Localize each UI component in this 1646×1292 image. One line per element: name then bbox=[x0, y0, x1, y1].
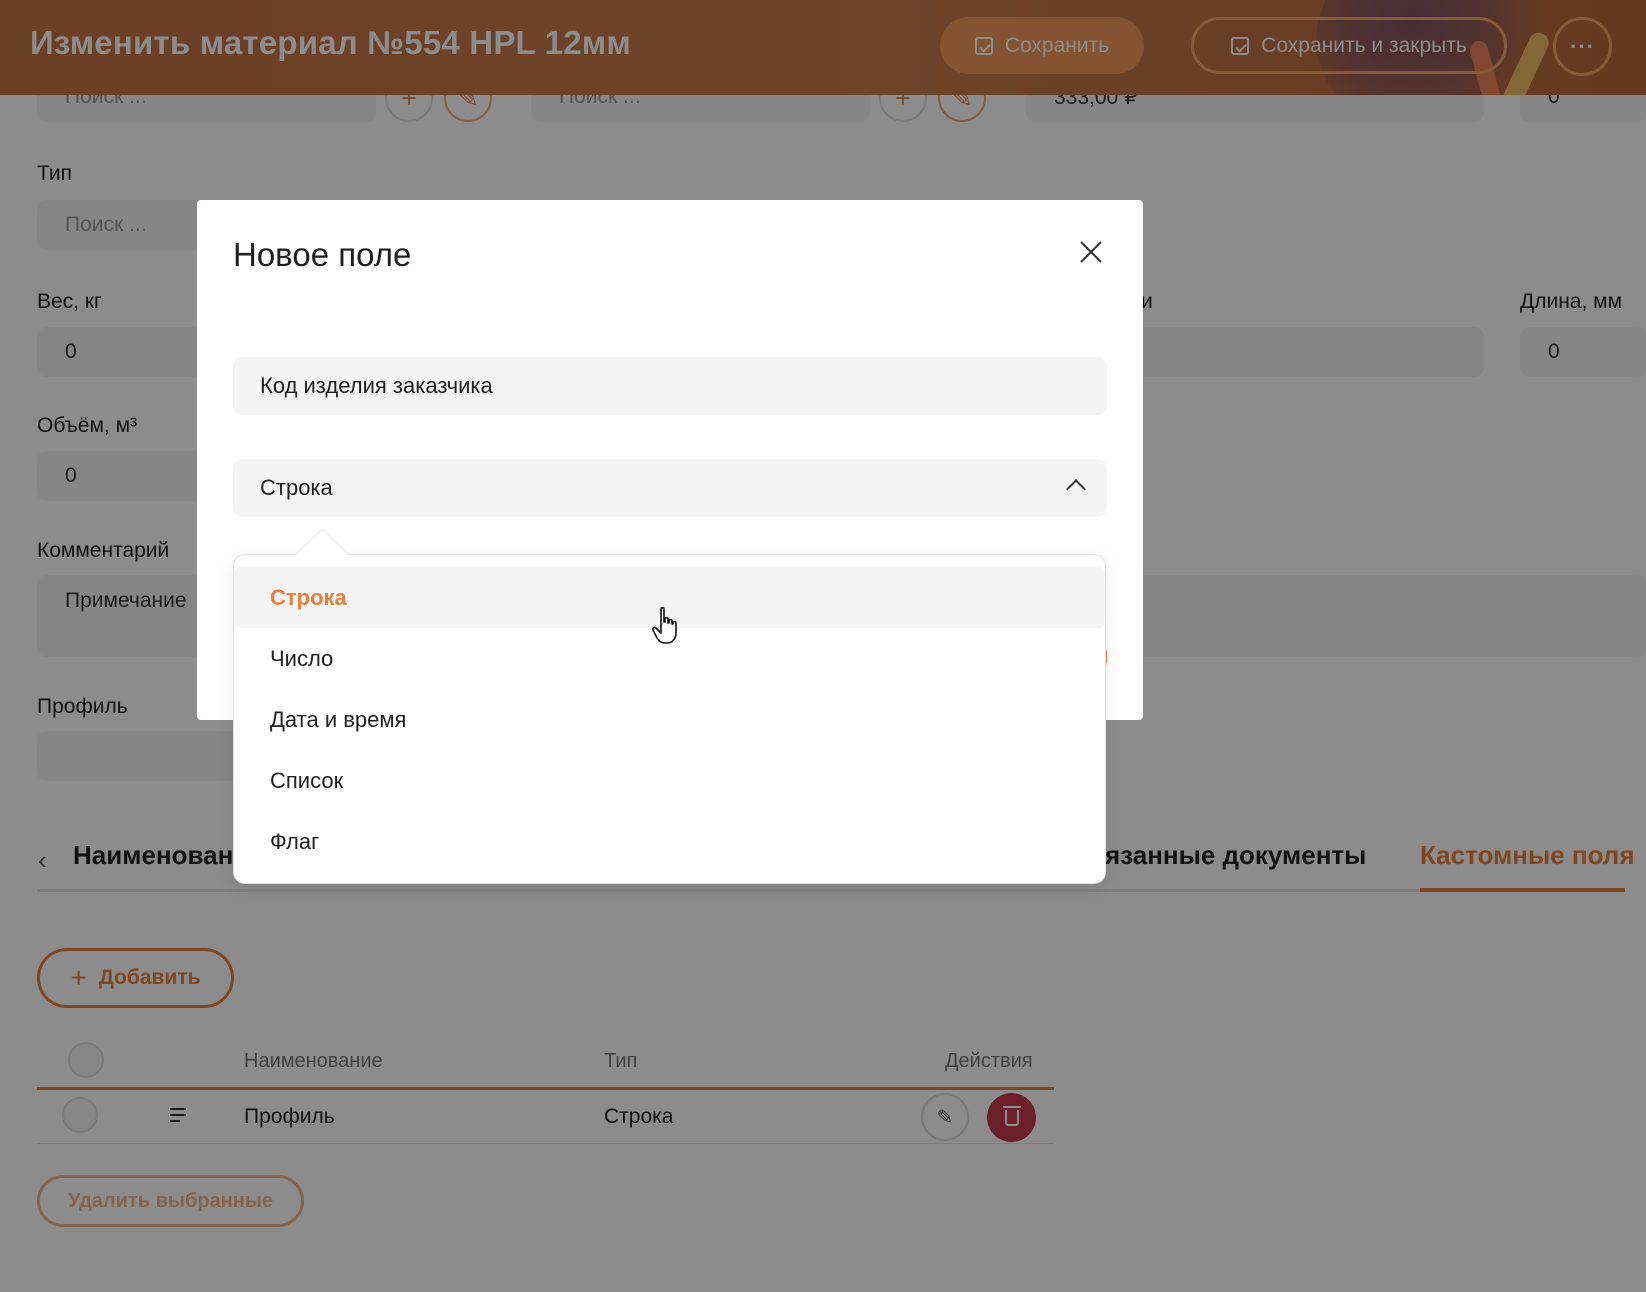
field-name-value: Код изделия заказчика bbox=[260, 373, 493, 398]
field-type-dropdown: Строка Число Дата и время Список Флаг bbox=[233, 554, 1106, 884]
dropdown-caret bbox=[295, 530, 349, 555]
chevron-up-icon bbox=[1066, 479, 1086, 499]
modal-title: Новое поле bbox=[233, 236, 412, 273]
field-type-select[interactable]: Строка bbox=[233, 459, 1107, 517]
option-list[interactable]: Список bbox=[235, 750, 1105, 811]
close-icon[interactable] bbox=[1079, 240, 1103, 264]
field-name-input[interactable]: Код изделия заказчика bbox=[233, 357, 1107, 415]
hand-cursor-icon bbox=[651, 606, 677, 644]
field-type-value: Строка bbox=[260, 475, 333, 500]
option-flag[interactable]: Флаг bbox=[235, 811, 1105, 872]
option-datetime[interactable]: Дата и время bbox=[235, 689, 1105, 750]
